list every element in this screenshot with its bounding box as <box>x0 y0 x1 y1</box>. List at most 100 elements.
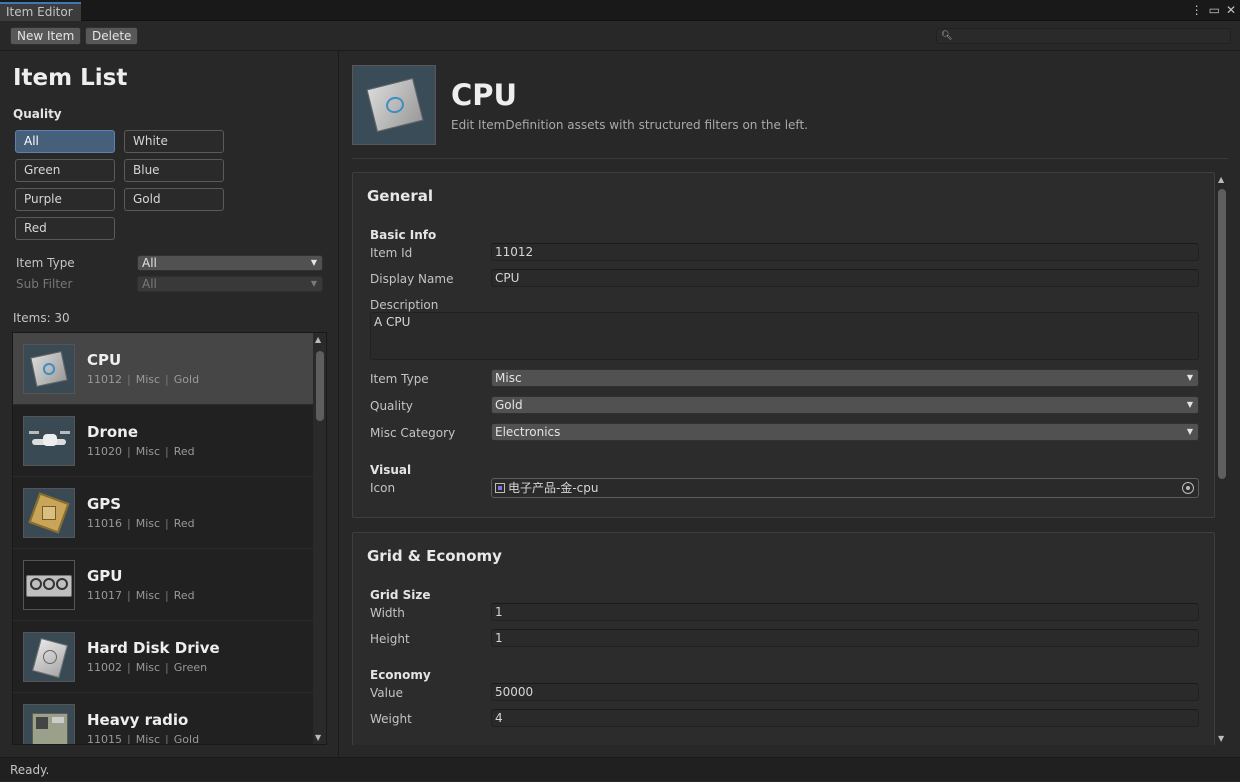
list-item[interactable]: Heavy radio 11015 | Misc | Gold <box>13 693 314 745</box>
item-title: CPU <box>451 78 518 112</box>
cpu-chip-icon <box>23 344 75 394</box>
item-meta: 11002 | Misc | Green <box>87 661 208 674</box>
quality-filter-green[interactable]: Green <box>15 159 115 182</box>
item-list[interactable]: CPU 11012 | Misc | Gold Drone 11020 | Misc | Red <box>12 332 327 745</box>
quality-dropdown[interactable]: Gold ▼ <box>491 396 1199 414</box>
list-scrollbar[interactable]: ▲ ▼ <box>313 333 326 744</box>
height-field[interactable]: 1 <box>491 629 1199 647</box>
status-bar: Ready. <box>0 757 1240 781</box>
value-field[interactable]: 50000 <box>491 683 1199 701</box>
quality-label: Quality <box>13 107 62 121</box>
width-label: Width <box>370 606 405 620</box>
list-item[interactable]: GPS 11016 | Misc | Red <box>13 477 314 549</box>
maximize-icon[interactable]: ▭ <box>1209 2 1220 19</box>
item-meta: 11016 | Misc | Red <box>87 517 195 530</box>
quality-filter-gold[interactable]: Gold <box>124 188 224 211</box>
list-item[interactable]: Drone 11020 | Misc | Red <box>13 405 314 477</box>
value-label: Value <box>370 686 403 700</box>
item-type-dropdown[interactable]: All ▼ <box>137 255 323 271</box>
item-meta: 11020 | Misc | Red <box>87 445 195 458</box>
item-editor-window: Item Editor ⋮ ▭ ✕ New Item Delete 🔍︎ Ite… <box>0 0 1240 781</box>
panel-title: Item List <box>13 65 128 91</box>
scroll-down-icon[interactable]: ▼ <box>315 733 321 742</box>
description-field[interactable]: A CPU <box>370 312 1199 360</box>
list-item[interactable]: CPU 11012 | Misc | Gold <box>13 333 314 405</box>
icon-label: Icon <box>370 481 396 495</box>
chevron-down-icon: ▼ <box>1186 400 1193 409</box>
sprite-icon <box>495 483 505 493</box>
icon-object-field[interactable]: 电子产品-金-cpu <box>491 478 1199 498</box>
economy-label: Economy <box>370 668 431 682</box>
quality-label: Quality <box>370 399 413 413</box>
item-name: CPU <box>87 351 122 369</box>
radio-icon <box>23 704 75 744</box>
drone-icon <box>23 416 75 466</box>
delete-button[interactable]: Delete <box>85 27 139 45</box>
gps-module-icon <box>23 488 75 538</box>
item-id-field[interactable]: 11012 <box>491 243 1199 261</box>
item-id-label: Item Id <box>370 246 413 260</box>
chevron-down-icon: ▼ <box>1186 373 1193 382</box>
width-field[interactable]: 1 <box>491 603 1199 621</box>
chevron-down-icon: ▼ <box>310 279 317 288</box>
more-options-icon[interactable]: ⋮ <box>1191 2 1203 19</box>
visual-label: Visual <box>370 463 412 477</box>
hard-disk-icon <box>23 632 75 682</box>
divider <box>352 158 1228 159</box>
quality-filter-all[interactable]: All <box>15 130 115 153</box>
basic-info-label: Basic Info <box>370 228 437 242</box>
scrollbar-thumb[interactable] <box>316 351 324 421</box>
item-meta: 11012 | Misc | Gold <box>87 373 200 386</box>
item-name: Hard Disk Drive <box>87 639 220 657</box>
new-item-button[interactable]: New Item <box>10 27 82 45</box>
sub-filter-label: Sub Filter <box>16 277 73 291</box>
search-input[interactable]: 🔍︎ <box>936 28 1231 44</box>
item-name: Drone <box>87 423 139 441</box>
display-name-field[interactable]: CPU <box>491 269 1199 287</box>
editor-tab[interactable]: Item Editor <box>0 2 81 21</box>
misc-category-dropdown[interactable]: Electronics ▼ <box>491 423 1199 441</box>
title-bar: Item Editor ⋮ ▭ ✕ <box>0 0 1240 21</box>
weight-field[interactable]: 4 <box>491 709 1199 727</box>
quality-filter-white[interactable]: White <box>124 130 224 153</box>
window-controls: ⋮ ▭ ✕ <box>1191 2 1236 19</box>
scroll-down-icon[interactable]: ▼ <box>1218 734 1224 743</box>
item-list-panel: Item List Quality All White Green Blue P… <box>0 51 339 757</box>
items-count: Items: 30 <box>13 311 70 325</box>
cpu-chip-icon <box>352 65 436 145</box>
section-header: General <box>367 187 433 205</box>
section-header: Grid & Economy <box>367 547 502 565</box>
gpu-card-icon <box>23 560 75 610</box>
quality-filter-red[interactable]: Red <box>15 217 115 240</box>
item-subtitle: Edit ItemDefinition assets with structur… <box>451 118 808 132</box>
height-label: Height <box>370 632 410 646</box>
item-type-label: Item Type <box>16 256 75 270</box>
close-icon[interactable]: ✕ <box>1226 2 1236 19</box>
display-name-label: Display Name <box>370 272 454 286</box>
description-label: Description <box>370 298 439 312</box>
scroll-up-icon[interactable]: ▲ <box>315 335 321 344</box>
sub-filter-dropdown[interactable]: All ▼ <box>137 276 323 292</box>
list-item[interactable]: Hard Disk Drive 11002 | Misc | Green <box>13 621 314 693</box>
detail-scroll-area[interactable]: General Basic Info Item Id 11012 Display… <box>352 171 1232 745</box>
detail-scrollbar[interactable]: ▲ ▼ <box>1216 173 1228 745</box>
item-name: Heavy radio <box>87 711 189 729</box>
item-name: GPU <box>87 567 123 585</box>
item-meta: 11017 | Misc | Red <box>87 589 195 602</box>
misc-category-label: Misc Category <box>370 426 456 440</box>
chevron-down-icon: ▼ <box>1186 427 1193 436</box>
grid-size-label: Grid Size <box>370 588 431 602</box>
quality-filter-blue[interactable]: Blue <box>124 159 224 182</box>
general-section: General Basic Info Item Id 11012 Display… <box>352 172 1215 518</box>
item-type-dropdown[interactable]: Misc ▼ <box>491 369 1199 387</box>
scroll-up-icon[interactable]: ▲ <box>1218 175 1224 184</box>
list-item[interactable]: GPU 11017 | Misc | Red <box>13 549 314 621</box>
quality-filter-purple[interactable]: Purple <box>15 188 115 211</box>
detail-panel: CPU Edit ItemDefinition assets with stru… <box>340 51 1240 757</box>
scrollbar-thumb[interactable] <box>1218 189 1226 479</box>
item-meta: 11015 | Misc | Gold <box>87 733 200 745</box>
object-picker-icon[interactable] <box>1182 482 1194 494</box>
chevron-down-icon: ▼ <box>310 258 317 267</box>
toolbar: New Item Delete 🔍︎ <box>0 21 1240 51</box>
weight-label: Weight <box>370 712 412 726</box>
